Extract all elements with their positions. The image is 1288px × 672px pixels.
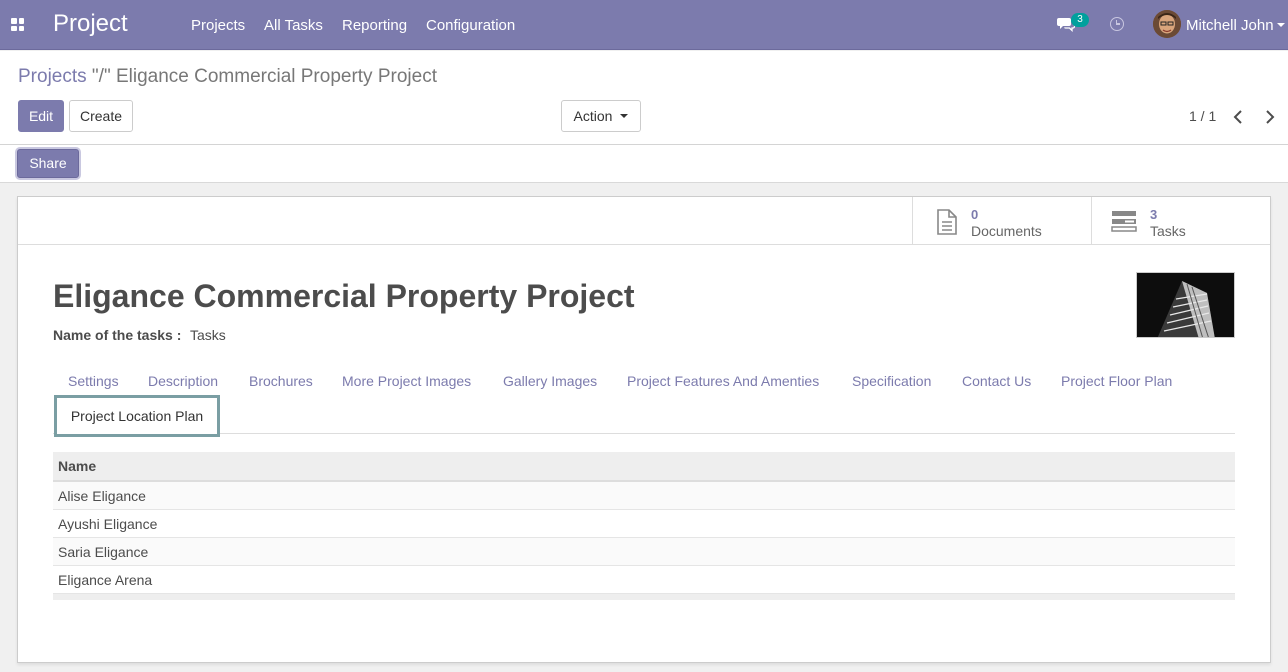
breadcrumb: Projects "/" Eligance Commercial Propert…: [18, 66, 437, 88]
tab-settings[interactable]: Settings: [68, 373, 119, 389]
tab-contact-us[interactable]: Contact Us: [962, 373, 1031, 389]
tasks-icon: [1111, 211, 1137, 232]
top-navbar: Project Projects All Tasks Reporting Con…: [0, 0, 1288, 50]
table-row[interactable]: Saria Eligance: [53, 538, 1235, 566]
tab-brochures[interactable]: Brochures: [249, 373, 313, 389]
tasks-label: Tasks: [1150, 223, 1186, 239]
app-brand: Project: [53, 10, 128, 37]
tabs-divider: [53, 433, 1235, 434]
chevron-left-icon[interactable]: [1231, 109, 1247, 125]
tasks-stat-button[interactable]: 3 Tasks: [1091, 197, 1271, 245]
breadcrumb-separator: "/": [86, 66, 116, 87]
action-dropdown[interactable]: Action: [561, 100, 641, 132]
documents-count: 0: [971, 207, 979, 222]
chevron-right-icon[interactable]: [1261, 109, 1277, 125]
tasks-field-value[interactable]: Tasks: [190, 327, 226, 343]
smart-button-box: 0 Documents 3 Tasks: [18, 197, 1270, 245]
documents-stat-button[interactable]: 0 Documents: [912, 197, 1092, 245]
breadcrumb-parent-link[interactable]: Projects: [18, 66, 87, 87]
tab-description[interactable]: Description: [148, 373, 218, 389]
tasks-field-label: Name of the tasks :: [53, 327, 182, 343]
user-name[interactable]: Mitchell John: [1186, 17, 1274, 34]
form-sheet: 0 Documents 3 Tasks Eligance Commercial …: [17, 196, 1271, 663]
table-row[interactable]: Alise Eligance: [53, 482, 1235, 510]
control-panel: Projects "/" Eligance Commercial Propert…: [0, 51, 1288, 145]
tab-project-floor-plan[interactable]: Project Floor Plan: [1061, 373, 1172, 389]
status-bar: Share: [0, 145, 1288, 183]
tab-gallery-images[interactable]: Gallery Images: [503, 373, 597, 389]
table-row[interactable]: Eligance Arena: [53, 566, 1235, 594]
project-image[interactable]: [1136, 272, 1235, 338]
tasks-count: 3: [1150, 207, 1158, 222]
tab-more-project-images[interactable]: More Project Images: [342, 373, 471, 389]
menu-reporting[interactable]: Reporting: [342, 17, 407, 34]
tab-project-location-plan[interactable]: Project Location Plan: [54, 395, 220, 437]
project-title[interactable]: Eligance Commercial Property Project: [53, 278, 635, 315]
message-count-badge: 3: [1071, 13, 1089, 27]
edit-button[interactable]: Edit: [18, 100, 64, 132]
caret-down-icon: [620, 114, 629, 119]
pager-value[interactable]: 1 / 1: [1189, 108, 1216, 124]
table-header-name[interactable]: Name: [53, 452, 1235, 482]
table-footer: [53, 594, 1235, 600]
create-button[interactable]: Create: [69, 100, 133, 132]
tab-project-features[interactable]: Project Features And Amenties: [627, 373, 819, 389]
menu-all-tasks[interactable]: All Tasks: [264, 17, 323, 34]
tab-specification[interactable]: Specification: [852, 373, 931, 389]
documents-label: Documents: [971, 223, 1042, 239]
share-button[interactable]: Share: [17, 149, 79, 178]
menu-configuration[interactable]: Configuration: [426, 17, 515, 34]
breadcrumb-current: Eligance Commercial Property Project: [115, 66, 437, 87]
action-label: Action: [573, 108, 613, 124]
user-avatar[interactable]: [1153, 10, 1181, 38]
apps-grid-icon[interactable]: [11, 18, 24, 31]
document-icon: [937, 209, 957, 235]
clock-icon[interactable]: [1110, 17, 1124, 31]
menu-projects[interactable]: Projects: [191, 17, 245, 34]
location-plan-table: Name Alise Eligance Ayushi Eligance Sari…: [53, 452, 1235, 600]
table-row[interactable]: Ayushi Eligance: [53, 510, 1235, 538]
user-menu-caret-icon[interactable]: [1277, 23, 1285, 27]
